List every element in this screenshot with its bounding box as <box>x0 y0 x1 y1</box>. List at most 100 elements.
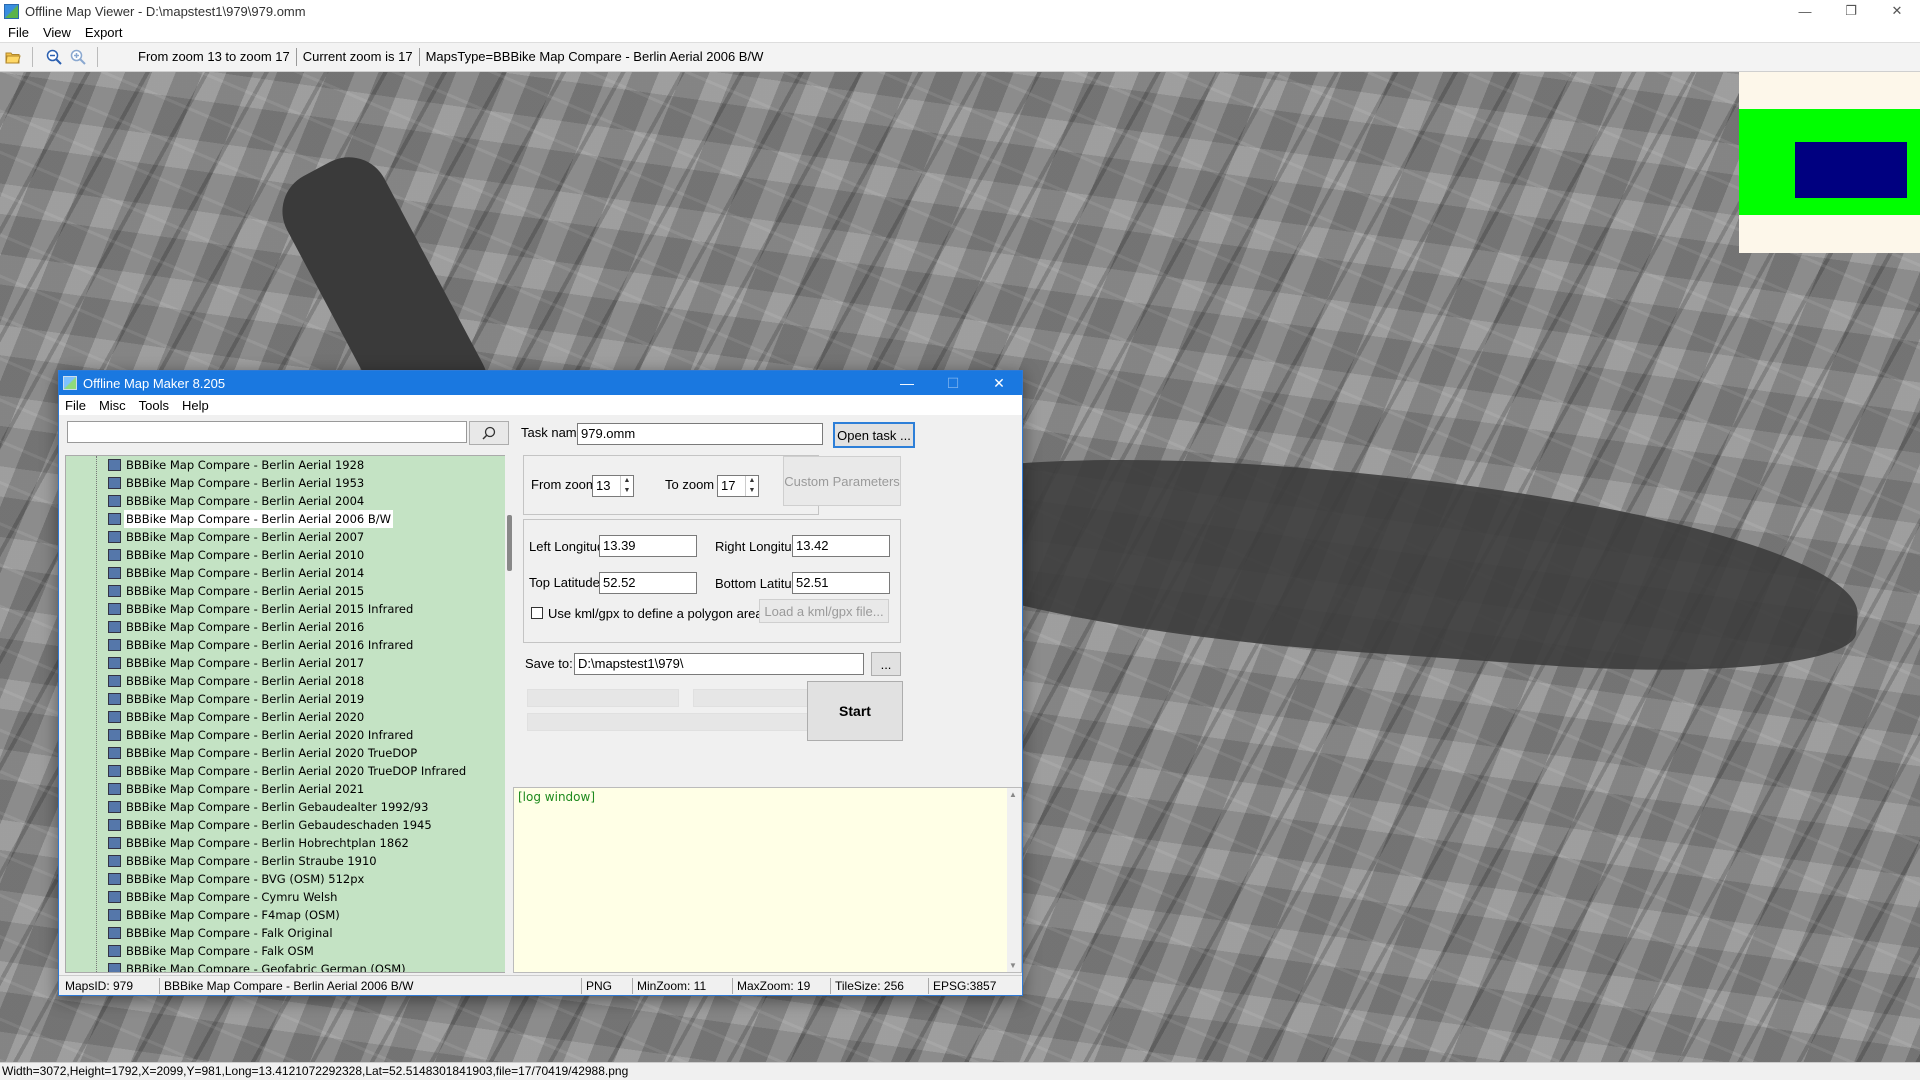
tree-item-label: BBBike Map Compare - Berlin Aerial 1928 <box>126 458 365 472</box>
status-tile-size: TileSize: 256 <box>830 978 925 994</box>
stepper-arrows-icon[interactable]: ▲ ▼ <box>745 476 758 496</box>
tree-item[interactable]: BBBike Map Compare - Berlin Aerial 2020 … <box>66 744 506 762</box>
map-source-icon <box>108 783 121 795</box>
from-zoom-stepper[interactable]: 13 ▲ ▼ <box>592 475 634 497</box>
tree-item[interactable]: BBBike Map Compare - Berlin Aerial 2016 … <box>66 636 506 654</box>
start-button[interactable]: Start <box>807 681 903 741</box>
tree-item[interactable]: BBBike Map Compare - Berlin Aerial 2006 … <box>66 510 506 528</box>
offline-map-maker-dialog: Offline Map Maker 8.205 — ☐ ✕ File Misc … <box>58 370 1023 996</box>
tree-item[interactable]: BBBike Map Compare - Berlin Aerial 2019 <box>66 690 506 708</box>
to-zoom-stepper[interactable]: 17 ▲ ▼ <box>717 475 759 497</box>
from-zoom-value: 13 <box>596 478 611 493</box>
bottom-latitude-field[interactable]: 52.51 <box>792 572 890 594</box>
tree-item-label: BBBike Map Compare - Falk Original <box>126 926 333 940</box>
tree-item[interactable]: BBBike Map Compare - Berlin Aerial 2020 … <box>66 762 506 780</box>
toolbar-separator <box>32 47 33 67</box>
close-icon[interactable]: ✕ <box>976 371 1022 395</box>
tree-item[interactable]: BBBike Map Compare - Berlin Aerial 2015 <box>66 582 506 600</box>
tree-item[interactable]: BBBike Map Compare - Falk Original <box>66 924 506 942</box>
tree-item[interactable]: BBBike Map Compare - Berlin Gebaudealter… <box>66 798 506 816</box>
tree-item[interactable]: BBBike Map Compare - Berlin Gebaudeschad… <box>66 816 506 834</box>
tree-item[interactable]: BBBike Map Compare - Berlin Aerial 2015 … <box>66 600 506 618</box>
tree-item[interactable]: BBBike Map Compare - Berlin Aerial 2021 <box>66 780 506 798</box>
dialog-title-bar[interactable]: Offline Map Maker 8.205 — ☐ ✕ <box>59 371 1022 395</box>
tree-item-label: BBBike Map Compare - Berlin Aerial 2016 … <box>126 638 414 652</box>
menu-export[interactable]: Export <box>85 25 123 40</box>
dialog-menu-tools[interactable]: Tools <box>139 398 169 413</box>
dialog-menu-misc[interactable]: Misc <box>99 398 126 413</box>
tree-item[interactable]: BBBike Map Compare - Berlin Straube 1910 <box>66 852 506 870</box>
browse-button[interactable]: ... <box>871 652 901 676</box>
tree-item[interactable]: BBBike Map Compare - Berlin Aerial 2016 <box>66 618 506 636</box>
task-name-field[interactable]: 979.omm <box>577 423 823 445</box>
task-name-label: Task name <box>521 425 584 440</box>
minimize-icon[interactable]: — <box>884 371 930 395</box>
map-source-icon <box>108 765 121 777</box>
tree-item[interactable]: BBBike Map Compare - Berlin Aerial 2014 <box>66 564 506 582</box>
to-zoom-value: 17 <box>721 478 736 493</box>
scroll-down-icon[interactable]: ▼ <box>1009 961 1017 970</box>
window-title: Offline Map Viewer - D:\mapstest1\979\97… <box>25 3 306 19</box>
tree-item[interactable]: BBBike Map Compare - Cymru Welsh <box>66 888 506 906</box>
tree-item[interactable]: BBBike Map Compare - Berlin Aerial 2018 <box>66 672 506 690</box>
menu-file[interactable]: File <box>8 25 29 40</box>
tree-item[interactable]: BBBike Map Compare - BVG (OSM) 512px <box>66 870 506 888</box>
tree-item[interactable]: BBBike Map Compare - Berlin Aerial 2010 <box>66 546 506 564</box>
dialog-menu-help[interactable]: Help <box>182 398 209 413</box>
dialog-menu-file[interactable]: File <box>65 398 86 413</box>
menu-view[interactable]: View <box>43 25 71 40</box>
status-maps-id: MapsID: 979 <box>65 979 134 993</box>
tree-item[interactable]: BBBike Map Compare - Berlin Aerial 2004 <box>66 492 506 510</box>
tree-item[interactable]: BBBike Map Compare - Berlin Aerial 1953 <box>66 474 506 492</box>
current-zoom-text: Current zoom is 17 <box>297 48 420 66</box>
map-search-input[interactable] <box>67 421 467 443</box>
map-source-icon <box>108 639 121 651</box>
close-icon[interactable]: ✕ <box>1874 0 1920 22</box>
tree-item[interactable]: BBBike Map Compare - Falk OSM <box>66 942 506 960</box>
log-window[interactable]: [log window] ▲ ▼ <box>513 787 1022 973</box>
minimap[interactable] <box>1739 72 1920 253</box>
stepper-arrows-icon[interactable]: ▲ ▼ <box>620 476 633 496</box>
left-longitude-field[interactable]: 13.39 <box>599 535 697 557</box>
map-source-icon <box>108 585 121 597</box>
tree-item[interactable]: BBBike Map Compare - Berlin Aerial 2020 <box>66 708 506 726</box>
tree-item-label: BBBike Map Compare - Falk OSM <box>126 944 314 958</box>
load-kml-button[interactable]: Load a kml/gpx file... <box>759 599 889 623</box>
tree-item-label: BBBike Map Compare - Berlin Aerial 2021 <box>126 782 365 796</box>
search-icon[interactable] <box>469 421 509 445</box>
maps-tree[interactable]: BBBike Map Compare - Berlin Aerial 1928 B… <box>65 455 507 973</box>
tree-item[interactable]: BBBike Map Compare - Geofabric German (O… <box>66 960 506 972</box>
restore-icon[interactable]: ❐ <box>1828 0 1874 22</box>
maps-list-panel: BBBike Map Compare - Berlin Aerial 1928 B… <box>61 415 515 973</box>
tree-item[interactable]: BBBike Map Compare - Berlin Aerial 2007 <box>66 528 506 546</box>
task-panel: Task name 979.omm Open task ... From zoo… <box>513 415 1022 973</box>
open-task-button[interactable]: Open task ... <box>833 422 915 448</box>
progress-bar-1 <box>527 689 679 707</box>
top-latitude-field[interactable]: 52.52 <box>599 572 697 594</box>
tree-scrollbar-thumb[interactable] <box>507 515 512 571</box>
map-source-icon <box>108 927 121 939</box>
save-to-field[interactable]: D:\mapstest1\979\ <box>574 653 864 675</box>
kml-checkbox[interactable] <box>531 607 543 619</box>
tree-item[interactable]: BBBike Map Compare - Berlin Aerial 1928 <box>66 456 506 474</box>
log-scrollbar[interactable]: ▲ ▼ <box>1007 788 1021 972</box>
map-source-icon <box>108 729 121 741</box>
tree-item[interactable]: BBBike Map Compare - F4map (OSM) <box>66 906 506 924</box>
zoom-in-icon[interactable] <box>67 46 89 68</box>
folder-open-icon[interactable] <box>2 46 24 68</box>
custom-parameters-button[interactable]: Custom Parameters <box>783 456 901 506</box>
minimap-viewport[interactable] <box>1795 142 1907 198</box>
dialog-status-bar: MapsID: 979 BBBike Map Compare - Berlin … <box>59 975 1022 995</box>
zoom-out-icon[interactable] <box>43 46 65 68</box>
minimize-icon[interactable]: — <box>1782 0 1828 22</box>
tree-item-label: BBBike Map Compare - Berlin Aerial 2015 … <box>126 602 414 616</box>
right-longitude-field[interactable]: 13.42 <box>792 535 890 557</box>
tree-item-label: BBBike Map Compare - Berlin Aerial 2019 <box>126 692 365 706</box>
tree-item-label: BBBike Map Compare - Berlin Aerial 2018 <box>126 674 365 688</box>
scroll-up-icon[interactable]: ▲ <box>1009 790 1017 799</box>
map-source-icon <box>108 495 121 507</box>
tree-item[interactable]: BBBike Map Compare - Berlin Aerial 2020 … <box>66 726 506 744</box>
tree-item[interactable]: BBBike Map Compare - Berlin Hobrechtplan… <box>66 834 506 852</box>
tree-item[interactable]: BBBike Map Compare - Berlin Aerial 2017 <box>66 654 506 672</box>
map-source-icon <box>108 603 121 615</box>
